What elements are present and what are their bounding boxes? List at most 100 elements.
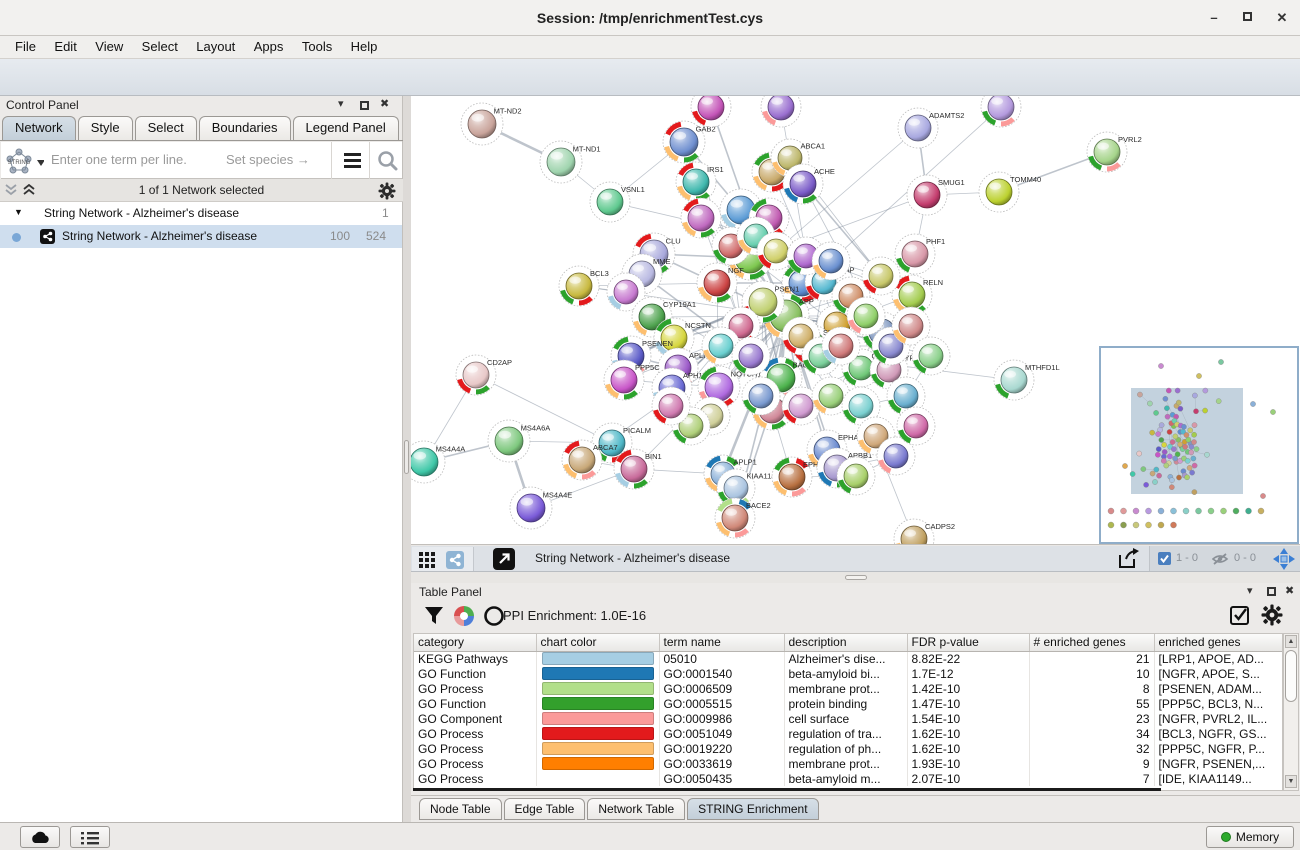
cloud-tasks-button[interactable]: [20, 826, 60, 848]
table-horizontal-scrollbar[interactable]: [413, 788, 1161, 791]
network-node[interactable]: BCL3: [559, 266, 609, 306]
network-node[interactable]: BACE2: [715, 498, 771, 538]
menu-view[interactable]: View: [88, 36, 130, 58]
chart-color-icon[interactable]: [453, 605, 475, 627]
network-node[interactable]: SMUG1: [907, 175, 965, 215]
panel-float-icon[interactable]: [1267, 587, 1276, 596]
menu-tools[interactable]: Tools: [295, 36, 339, 58]
vertical-splitter[interactable]: [403, 96, 411, 822]
network-row[interactable]: String Network - Alzheimer's disease 100…: [0, 225, 402, 248]
tab-network-table[interactable]: Network Table: [587, 798, 685, 820]
network-node[interactable]: TOMM40: [979, 172, 1041, 212]
table-row[interactable]: GO Function GO:0001540 beta-amyloid bi..…: [414, 666, 1283, 681]
scroll-down-button[interactable]: ▼: [1285, 775, 1297, 788]
string-options-icon[interactable]: [342, 151, 364, 171]
minimize-button[interactable]: –: [1204, 8, 1224, 28]
network-node[interactable]: MT-ND1: [540, 141, 601, 183]
tree-expander-icon[interactable]: ▼: [14, 207, 23, 217]
grid-view-icon[interactable]: [418, 551, 436, 569]
panel-collapse-icon[interactable]: ▾: [1247, 584, 1253, 597]
tab-select[interactable]: Select: [135, 116, 197, 140]
column-header[interactable]: enriched genes: [1154, 634, 1283, 651]
export-network-icon[interactable]: [1117, 548, 1141, 570]
panel-close-icon[interactable]: ✖: [1285, 584, 1294, 597]
network-node[interactable]: [732, 337, 770, 375]
network-node[interactable]: [862, 257, 900, 295]
column-header[interactable]: description: [784, 634, 907, 651]
network-node[interactable]: MS4A4E: [510, 487, 572, 529]
menu-file[interactable]: File: [8, 36, 43, 58]
table-row[interactable]: GO Process GO:0051049 regulation of tra.…: [414, 726, 1283, 741]
splitter-handle[interactable]: [845, 575, 867, 580]
column-header[interactable]: chart color: [536, 634, 659, 651]
column-header[interactable]: term name: [659, 634, 784, 651]
panel-float-icon[interactable]: [360, 101, 369, 110]
network-node[interactable]: MS4A4A: [411, 441, 465, 483]
menu-edit[interactable]: Edit: [47, 36, 83, 58]
table-vertical-scrollbar[interactable]: ▲ ▼: [1283, 633, 1299, 791]
table-settings-gear-icon[interactable]: [1261, 604, 1283, 626]
table-row[interactable]: KEGG Pathways 05010 Alzheimer's dise... …: [414, 651, 1283, 666]
network-node[interactable]: BIN1: [614, 449, 662, 489]
panel-collapse-icon[interactable]: ▾: [338, 97, 344, 110]
close-button[interactable]: ✕: [1272, 8, 1292, 28]
string-logo-icon[interactable]: STRING: [4, 146, 44, 176]
birds-eye-view[interactable]: [1099, 346, 1299, 544]
tab-boundaries[interactable]: Boundaries: [199, 116, 291, 140]
panel-close-icon[interactable]: ✖: [380, 97, 389, 110]
share-view-icon[interactable]: [446, 551, 464, 569]
column-header[interactable]: FDR p-value: [907, 634, 1029, 651]
network-node[interactable]: [847, 297, 885, 335]
table-row[interactable]: GO Process GO:0006509 membrane prot... 1…: [414, 681, 1283, 696]
selected-nodes-icon[interactable]: [1158, 552, 1172, 566]
network-canvas[interactable]: MT-ND2MT-ND1VSNL1GAB2ADAMTS2PVRL2TOMM40S…: [411, 96, 1300, 545]
column-header[interactable]: category: [414, 634, 536, 651]
set-species-label[interactable]: Set species →: [226, 152, 310, 167]
network-node[interactable]: [822, 327, 860, 365]
network-node[interactable]: [981, 96, 1021, 127]
table-row[interactable]: GO Function GO:0005515 protein binding 1…: [414, 696, 1283, 711]
network-options-gear-icon[interactable]: [378, 182, 396, 200]
table-row[interactable]: GO Process GO:0033619 membrane prot... 1…: [414, 756, 1283, 771]
table-row[interactable]: GO Process GO:0019220 regulation of ph..…: [414, 741, 1283, 756]
network-node[interactable]: PPP5C: [604, 360, 660, 400]
hidden-nodes-icon[interactable]: [1212, 552, 1230, 566]
network-node[interactable]: MTHFD1L: [994, 360, 1060, 400]
splitter-handle[interactable]: [404, 440, 409, 474]
task-list-button[interactable]: [70, 826, 110, 848]
menu-help[interactable]: Help: [344, 36, 385, 58]
tab-network[interactable]: Network: [2, 116, 76, 140]
network-node[interactable]: [812, 242, 850, 280]
network-node[interactable]: [681, 198, 721, 238]
network-node[interactable]: [837, 457, 875, 495]
string-search-icon[interactable]: [377, 150, 399, 172]
tab-legend-panel[interactable]: Legend Panel: [293, 116, 399, 140]
network-node[interactable]: [897, 407, 935, 445]
scroll-up-button[interactable]: ▲: [1285, 635, 1297, 648]
string-search-placeholder[interactable]: Enter one term per line.: [51, 152, 187, 167]
network-node[interactable]: ADAMTS2: [898, 108, 964, 148]
tab-edge-table[interactable]: Edge Table: [504, 798, 586, 820]
network-node[interactable]: GAB2: [663, 121, 716, 163]
network-node[interactable]: PVRL2: [1087, 132, 1142, 172]
network-node[interactable]: [691, 96, 731, 127]
column-header[interactable]: # enriched genes: [1029, 634, 1154, 651]
menu-apps[interactable]: Apps: [247, 36, 291, 58]
menu-select[interactable]: Select: [135, 36, 185, 58]
remove-chart-icon[interactable]: [483, 605, 505, 627]
network-node[interactable]: [742, 377, 780, 415]
tab-style[interactable]: Style: [78, 116, 133, 140]
tab-string-enrichment[interactable]: STRING Enrichment: [687, 798, 818, 820]
horizontal-splitter[interactable]: [411, 572, 1300, 583]
maximize-button[interactable]: [1243, 12, 1252, 21]
enrichment-table[interactable]: categorychart colorterm namedescriptionF…: [413, 633, 1283, 791]
detach-view-icon[interactable]: [493, 548, 515, 570]
network-node[interactable]: MS4A6A: [488, 420, 550, 462]
network-collection-row[interactable]: ▼ String Network - Alzheimer's disease 1: [0, 202, 402, 225]
scrollbar-thumb[interactable]: [1285, 650, 1297, 702]
select-columns-icon[interactable]: [1229, 605, 1251, 627]
menu-layout[interactable]: Layout: [189, 36, 242, 58]
filter-icon[interactable]: [423, 605, 445, 627]
memory-button[interactable]: Memory: [1206, 826, 1294, 848]
network-node[interactable]: VSNL1: [590, 182, 645, 222]
